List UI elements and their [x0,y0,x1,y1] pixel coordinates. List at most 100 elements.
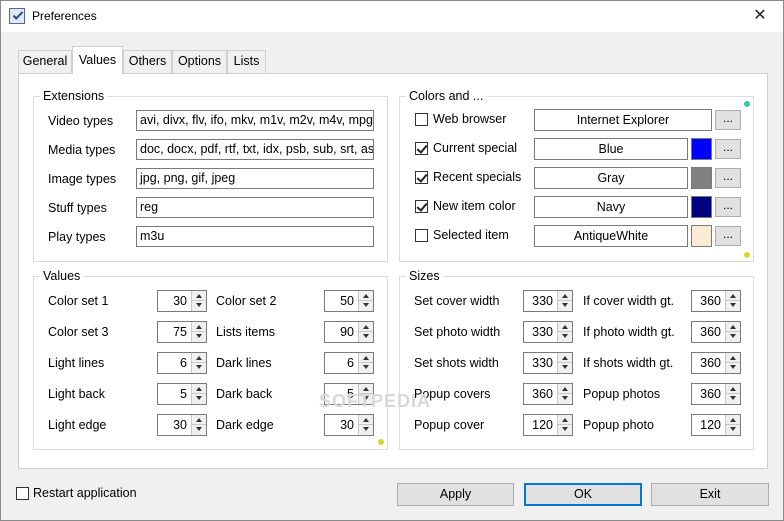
values-group: Values Color set 1 30 Color set 2 50 Col… [33,269,388,450]
web-browser-value[interactable]: Internet Explorer [534,109,712,131]
exit-button[interactable]: Exit [651,483,769,506]
spin-down-icon[interactable] [726,394,740,404]
color-set-1-label: Color set 1 [48,294,109,308]
lists-items-spinner[interactable]: 90 [324,321,374,343]
popup-photo-spinner[interactable]: 120 [691,414,741,436]
spin-down-icon[interactable] [359,363,373,373]
new-item-color-browse-button[interactable]: ... [715,197,741,217]
dark-edge-spinner[interactable]: 30 [324,414,374,436]
lists-items-label: Lists items [216,325,276,339]
current-special-value[interactable]: Blue [534,138,688,160]
restart-application-checkbox[interactable] [16,487,29,500]
light-edge-spinner[interactable]: 30 [157,414,207,436]
values-tab-panel: Extensions Video types avi, divx, flv, i… [18,73,768,469]
spin-down-icon[interactable] [359,425,373,435]
spin-up-icon[interactable] [726,384,740,394]
web-browser-checkbox[interactable] [415,113,428,126]
set-shots-width-spinner[interactable]: 330 [523,352,573,374]
spin-down-icon[interactable] [558,425,572,435]
popup-photo-label: Popup photo [583,418,654,432]
ok-button[interactable]: OK [524,483,642,506]
spin-down-icon[interactable] [726,332,740,342]
video-types-input[interactable]: avi, divx, flv, ifo, mkv, m1v, m2v, m4v,… [136,110,374,131]
spin-up-icon[interactable] [558,322,572,332]
spin-down-icon[interactable] [726,425,740,435]
spin-up-icon[interactable] [558,291,572,301]
tab-others[interactable]: Others [123,50,172,73]
spin-down-icon[interactable] [558,332,572,342]
play-types-input[interactable]: m3u [136,226,374,247]
spin-up-icon[interactable] [192,384,206,394]
color-set-1-spinner[interactable]: 30 [157,290,207,312]
recent-specials-checkbox[interactable] [415,171,428,184]
if-photo-width-spinner[interactable]: 360 [691,321,741,343]
tab-lists[interactable]: Lists [227,50,266,73]
recent-specials-value[interactable]: Gray [534,167,688,189]
if-shots-width-spinner[interactable]: 360 [691,352,741,374]
close-button[interactable]: ✕ [737,1,783,32]
selected-item-browse-button[interactable]: ... [715,226,741,246]
spin-down-icon[interactable] [192,394,206,404]
popup-covers-spinner[interactable]: 360 [523,383,573,405]
set-cover-width-spinner[interactable]: 330 [523,290,573,312]
web-browser-browse-button[interactable]: ... [715,110,741,130]
tab-options[interactable]: Options [172,50,227,73]
popup-cover-spinner[interactable]: 120 [523,414,573,436]
title-bar: Preferences ✕ [1,1,783,32]
spin-up-icon[interactable] [192,291,206,301]
spin-down-icon[interactable] [192,332,206,342]
light-lines-spinner[interactable]: 6 [157,352,207,374]
video-types-label: Video types [48,114,114,128]
media-types-input[interactable]: doc, docx, pdf, rtf, txt, idx, psb, sub,… [136,139,374,160]
image-types-input[interactable]: jpg, png, gif, jpeg [136,168,374,189]
set-photo-width-spinner[interactable]: 330 [523,321,573,343]
spin-up-icon[interactable] [359,291,373,301]
spin-down-icon[interactable] [558,301,572,311]
recent-specials-label: Recent specials [433,170,522,184]
spin-up-icon[interactable] [558,415,572,425]
popup-photos-spinner[interactable]: 360 [691,383,741,405]
color-set-3-spinner[interactable]: 75 [157,321,207,343]
spin-up-icon[interactable] [726,322,740,332]
spin-down-icon[interactable] [726,363,740,373]
spin-down-icon[interactable] [359,301,373,311]
spin-up-icon[interactable] [192,353,206,363]
spin-down-icon[interactable] [726,301,740,311]
status-dot-yellow [744,252,750,258]
new-item-color-value[interactable]: Navy [534,196,688,218]
spin-up-icon[interactable] [192,415,206,425]
spin-up-icon[interactable] [359,353,373,363]
spin-down-icon[interactable] [192,363,206,373]
media-types-label: Media types [48,143,116,157]
spin-down-icon[interactable] [558,363,572,373]
current-special-browse-button[interactable]: ... [715,139,741,159]
light-back-spinner[interactable]: 5 [157,383,207,405]
spin-down-icon[interactable] [192,425,206,435]
spin-up-icon[interactable] [726,415,740,425]
recent-specials-browse-button[interactable]: ... [715,168,741,188]
selected-item-value[interactable]: AntiqueWhite [534,225,688,247]
apply-button[interactable]: Apply [397,483,514,506]
spin-down-icon[interactable] [359,332,373,342]
spin-up-icon[interactable] [726,353,740,363]
color-set-2-spinner[interactable]: 50 [324,290,374,312]
spin-up-icon[interactable] [726,291,740,301]
current-special-swatch [691,138,712,160]
new-item-color-checkbox[interactable] [415,200,428,213]
dark-lines-spinner[interactable]: 6 [324,352,374,374]
spin-up-icon[interactable] [558,353,572,363]
spin-up-icon[interactable] [192,322,206,332]
if-cover-width-spinner[interactable]: 360 [691,290,741,312]
extensions-group: Extensions Video types avi, divx, flv, i… [33,89,388,262]
current-special-checkbox[interactable] [415,142,428,155]
tab-values[interactable]: Values [72,46,123,74]
spin-up-icon[interactable] [359,322,373,332]
stuff-types-input[interactable]: reg [136,197,374,218]
spin-up-icon[interactable] [359,415,373,425]
stuff-types-label: Stuff types [48,201,107,215]
spin-down-icon[interactable] [192,301,206,311]
spin-down-icon[interactable] [558,394,572,404]
tab-general[interactable]: General [18,50,72,73]
selected-item-checkbox[interactable] [415,229,428,242]
spin-up-icon[interactable] [558,384,572,394]
